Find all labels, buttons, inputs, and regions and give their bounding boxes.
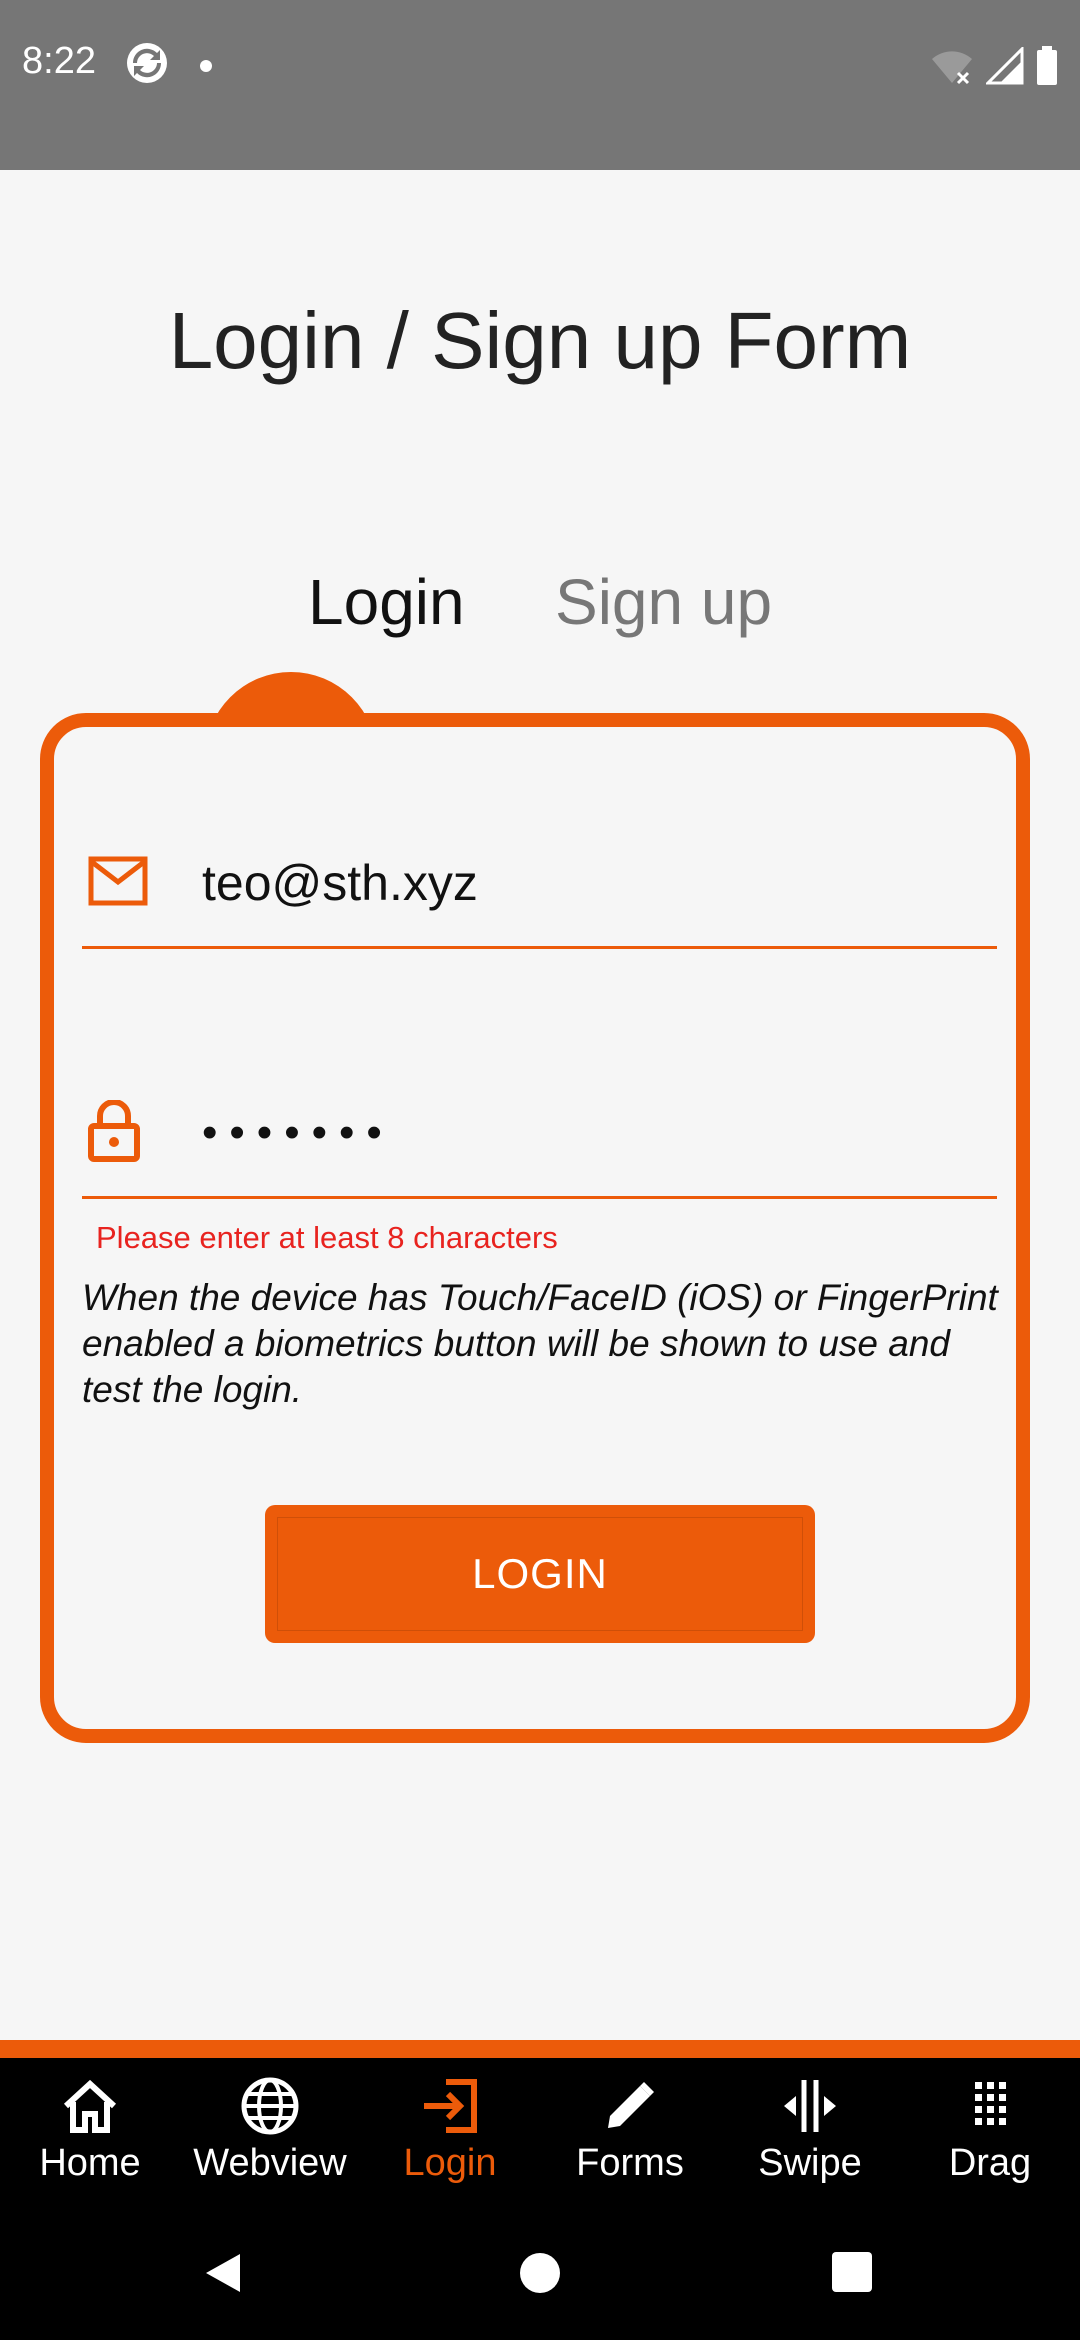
nav-item-home[interactable]: Home (0, 2058, 180, 2200)
email-input[interactable]: teo@sth.xyz (202, 854, 478, 912)
status-bar: 8:22 (0, 0, 1080, 170)
page-title: Login / Sign up Form (168, 296, 912, 385)
nav-item-drag[interactable]: Drag (900, 2058, 1080, 2200)
tab-signup[interactable]: Sign up (555, 565, 772, 639)
globe-icon (241, 2077, 299, 2135)
password-error-message: Please enter at least 8 characters (96, 1220, 558, 1255)
swipe-icon (784, 2080, 836, 2132)
biometrics-note: When the device has Touch/FaceID (iOS) o… (82, 1277, 998, 1410)
back-icon[interactable] (200, 2250, 246, 2296)
login-icon (424, 2079, 477, 2133)
email-icon (88, 856, 148, 906)
nav-item-login[interactable]: Login (360, 2058, 540, 2200)
nav-label-swipe: Swipe (758, 2142, 862, 2184)
sync-icon (127, 43, 167, 83)
lock-icon (88, 1100, 140, 1162)
bottom-nav: Home Webview Login Forms Swipe Drag (0, 2058, 1080, 2200)
recents-icon[interactable] (830, 2250, 874, 2294)
login-button[interactable]: LOGIN (265, 1505, 815, 1643)
email-field[interactable]: teo@sth.xyz (82, 840, 997, 950)
password-field[interactable]: ••••••• (82, 1090, 997, 1200)
status-time: 8:22 (22, 40, 96, 82)
login-button-label: LOGIN (472, 1550, 608, 1597)
nav-label-home: Home (39, 2142, 141, 2184)
home-icon (63, 2079, 117, 2133)
nav-label-forms: Forms (576, 2142, 684, 2184)
tab-login[interactable]: Login (308, 565, 465, 639)
nav-label-drag: Drag (948, 2142, 1032, 2184)
login-signup-tabs: Login Sign up (0, 565, 1080, 655)
bottom-accent-strip (0, 2040, 1080, 2058)
nav-label-webview: Webview (193, 2142, 347, 2184)
nav-item-webview[interactable]: Webview (180, 2058, 360, 2200)
nav-item-forms[interactable]: Forms (540, 2058, 720, 2200)
grid-icon (975, 2082, 1006, 2125)
email-underline (82, 946, 997, 949)
wifi-off-icon (932, 51, 972, 85)
password-input[interactable]: ••••••• (202, 1108, 394, 1158)
pencil-icon (608, 2082, 654, 2128)
home-circle-icon[interactable] (517, 2250, 563, 2296)
signal-icon (986, 47, 1024, 85)
nav-item-swipe[interactable]: Swipe (720, 2058, 900, 2200)
notification-dot-icon (200, 60, 212, 72)
password-underline (82, 1196, 997, 1199)
battery-icon (1037, 46, 1057, 85)
system-nav-bar (0, 2200, 1080, 2340)
status-icons (930, 44, 1058, 88)
nav-label-login: Login (403, 2142, 497, 2184)
